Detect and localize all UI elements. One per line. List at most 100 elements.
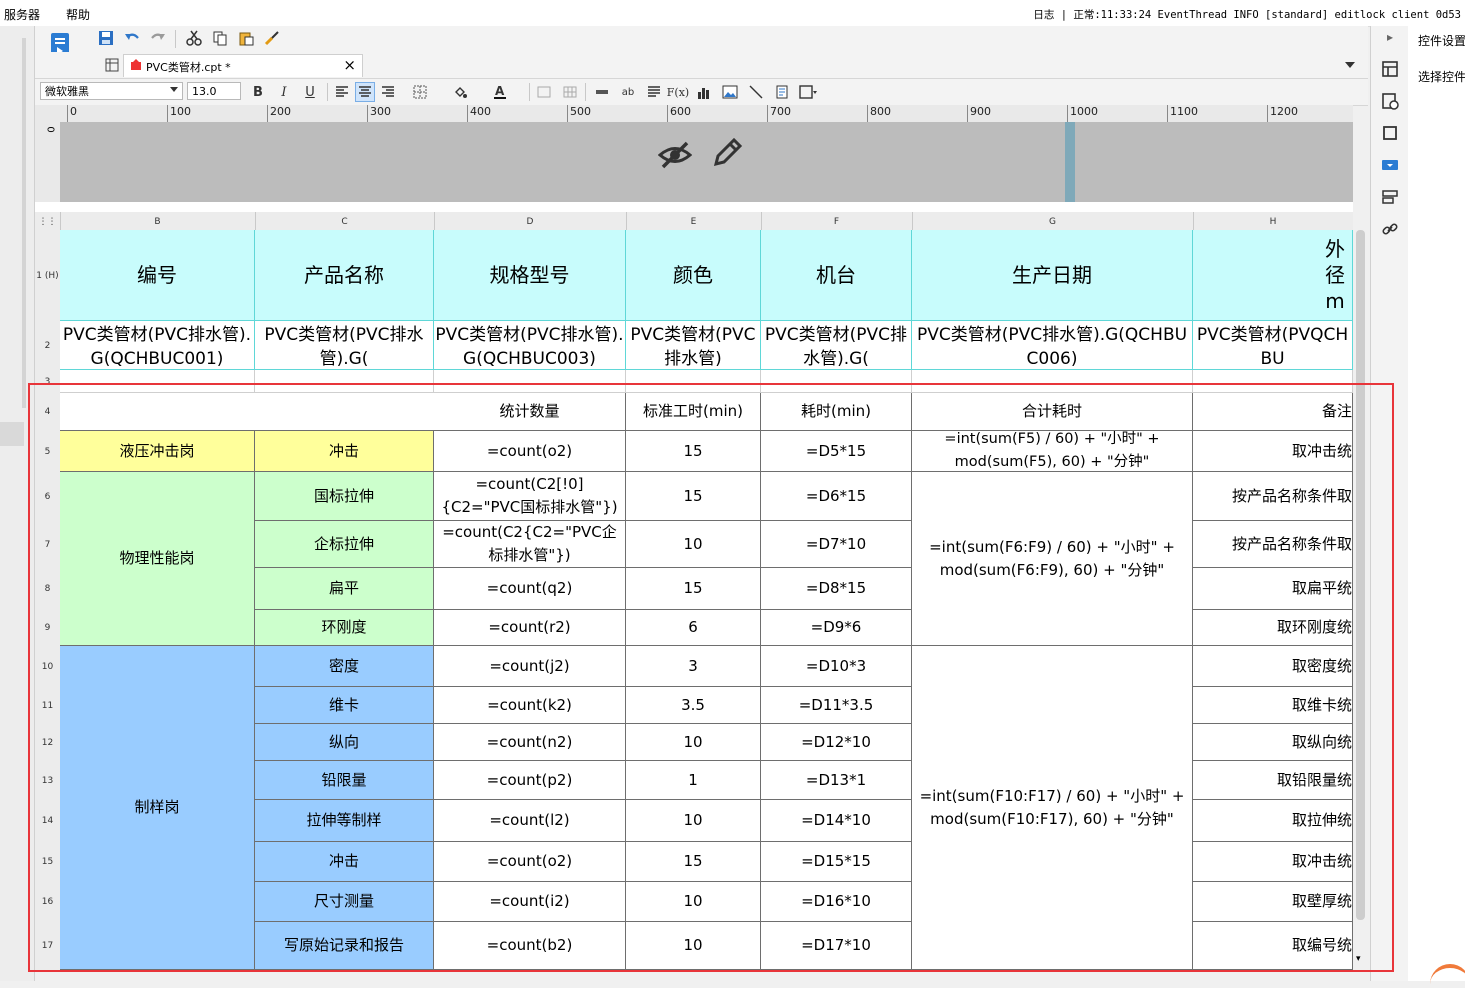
tab-select-widget[interactable]: 选择控件 (1418, 68, 1465, 85)
item-cost-formula[interactable]: =D10*3 (761, 646, 912, 687)
italic-button[interactable]: I (275, 83, 293, 101)
empty-cell[interactable] (761, 370, 912, 393)
data-field-cell[interactable]: PVC类管材(PVC排水管).G(QCHBUC003) (434, 321, 626, 370)
item-cost-formula[interactable]: =D16*10 (761, 882, 912, 922)
row-header[interactable]: 6 (35, 472, 60, 521)
item-cost-formula[interactable]: =D6*15 (761, 472, 912, 521)
item-cost-formula[interactable]: =D15*15 (761, 842, 912, 882)
column-title-total[interactable]: 合计耗时 (912, 393, 1193, 431)
header-cell[interactable]: 产品名称 (255, 230, 434, 321)
cut-icon[interactable] (185, 29, 203, 47)
item-std-time[interactable]: 10 (626, 922, 761, 970)
hyperlink-icon[interactable] (1381, 220, 1399, 238)
collapse-arrow-icon[interactable]: ▸ (1381, 30, 1399, 48)
data-field-cell[interactable]: PVC类管材(PVC排水管).G( (761, 321, 912, 370)
item-name[interactable]: 冲击 (255, 842, 434, 882)
chart-icon[interactable] (695, 83, 713, 101)
fill-color-icon[interactable] (451, 83, 469, 101)
merge-cells-icon[interactable] (535, 83, 553, 101)
scroll-down-icon[interactable]: ▾ (1356, 954, 1361, 964)
sub-report-icon[interactable] (773, 83, 791, 101)
item-count-formula[interactable]: =count(l2) (434, 800, 626, 842)
scrollbar-thumb[interactable] (1356, 230, 1365, 920)
row-header[interactable]: 15 (35, 842, 60, 882)
item-note[interactable]: 取冲击统 (1193, 431, 1353, 472)
header-cell[interactable]: 编号 (60, 230, 255, 321)
row-header[interactable]: 17 (35, 922, 60, 970)
item-note[interactable]: 取编号统 (1193, 922, 1353, 970)
item-cost-formula[interactable]: =D12*10 (761, 724, 912, 761)
item-count-formula[interactable]: =count(q2) (434, 568, 626, 610)
item-std-time[interactable]: 15 (626, 842, 761, 882)
text-wrap-icon[interactable]: ab (619, 83, 637, 101)
item-cost-formula[interactable]: =D5*15 (761, 431, 912, 472)
item-note[interactable]: 取密度统 (1193, 646, 1353, 687)
item-count-formula[interactable]: =count(b2) (434, 922, 626, 970)
row-header[interactable]: 1 (H) (35, 230, 60, 321)
item-note[interactable]: 取环刚度统 (1193, 610, 1353, 646)
formula-icon[interactable]: F(x) (667, 83, 689, 101)
item-name[interactable]: 国标拉伸 (255, 472, 434, 521)
paste-icon[interactable] (237, 29, 255, 47)
tab-document[interactable]: PVC类管材.cpt * × (123, 54, 363, 77)
item-name[interactable]: 拉伸等制样 (255, 800, 434, 842)
split-cells-icon[interactable] (561, 83, 579, 101)
item-std-time[interactable]: 15 (626, 431, 761, 472)
row-header[interactable]: 12 (35, 724, 60, 761)
row-header[interactable]: 10 (35, 646, 60, 687)
row-header[interactable]: 5 (35, 431, 60, 472)
bold-button[interactable]: B (249, 83, 267, 101)
item-std-time[interactable]: 10 (626, 724, 761, 761)
column-title-count[interactable]: 统计数量 (434, 393, 626, 431)
group-physical[interactable]: 物理性能岗 (60, 472, 255, 646)
item-std-time[interactable]: 6 (626, 610, 761, 646)
empty-cell[interactable] (626, 370, 761, 393)
item-note[interactable]: 按产品名称条件取 (1193, 472, 1353, 521)
item-count-formula[interactable]: =count(i2) (434, 882, 626, 922)
item-name[interactable]: 铅限量 (255, 761, 434, 800)
align-left-icon[interactable] (333, 83, 351, 101)
total-formula-g10[interactable]: =int(sum(F10:F17) / 60) + "小时" + mod(sum… (912, 646, 1193, 970)
column-header-C[interactable]: C (255, 212, 435, 230)
item-count-formula[interactable]: =count(C2[!0]{C2="PVC国标排水管"}) (434, 472, 626, 521)
item-name[interactable]: 维卡 (255, 687, 434, 724)
left-panel-selected[interactable] (0, 422, 24, 446)
paragraph-icon[interactable] (645, 83, 663, 101)
empty-cell[interactable] (60, 393, 434, 431)
cell-element-icon[interactable] (1381, 92, 1399, 110)
widget-icon[interactable] (799, 83, 817, 101)
header-cell[interactable]: 机台 (761, 230, 912, 321)
item-name[interactable]: 密度 (255, 646, 434, 687)
item-count-formula[interactable]: =count(o2) (434, 842, 626, 882)
item-cost-formula[interactable]: =D14*10 (761, 800, 912, 842)
data-field-cell[interactable]: PVC类管材(PVC排水管).G(QCHBUC001) (60, 321, 255, 370)
header-cell[interactable]: 外径 m (1193, 230, 1353, 321)
header-cell[interactable]: 规格型号 (434, 230, 626, 321)
row-header[interactable]: 2 (35, 321, 60, 370)
column-header-B[interactable]: B (60, 212, 256, 230)
item-name[interactable]: 环刚度 (255, 610, 434, 646)
row-header[interactable]: 11 (35, 687, 60, 724)
vertical-scrollbar[interactable]: ▾ (1353, 212, 1368, 970)
row-header[interactable]: 8 (35, 568, 60, 610)
item-note[interactable]: 取壁厚统 (1193, 882, 1353, 922)
spreadsheet-grid[interactable]: 编号 产品名称 规格型号 颜色 机台 生产日期 外径 m PVC类管材(PVC排水管).G(Q… (60, 230, 1353, 970)
total-formula-g6[interactable]: =int(sum(F6:F9) / 60) + "小时" + mod(sum(F… (912, 472, 1193, 646)
font-name-dropdown-icon[interactable] (165, 82, 183, 100)
text-field-icon[interactable] (593, 83, 611, 101)
item-std-time[interactable]: 3 (626, 646, 761, 687)
cell-attribute-icon[interactable] (1381, 60, 1399, 78)
align-right-icon[interactable] (379, 83, 397, 101)
item-std-time[interactable]: 10 (626, 800, 761, 842)
row-header[interactable]: 14 (35, 800, 60, 842)
row-header[interactable]: 3 (35, 370, 60, 393)
format-painter-icon[interactable] (263, 29, 281, 47)
widget-settings-icon[interactable] (1381, 156, 1399, 174)
empty-cell[interactable] (60, 370, 255, 393)
item-std-time[interactable]: 15 (626, 568, 761, 610)
row-header[interactable]: 7 (35, 521, 60, 568)
item-count-formula[interactable]: =count(p2) (434, 761, 626, 800)
undo-icon[interactable] (123, 29, 141, 47)
column-header-D[interactable]: D (434, 212, 627, 230)
slash-icon[interactable] (747, 83, 765, 101)
